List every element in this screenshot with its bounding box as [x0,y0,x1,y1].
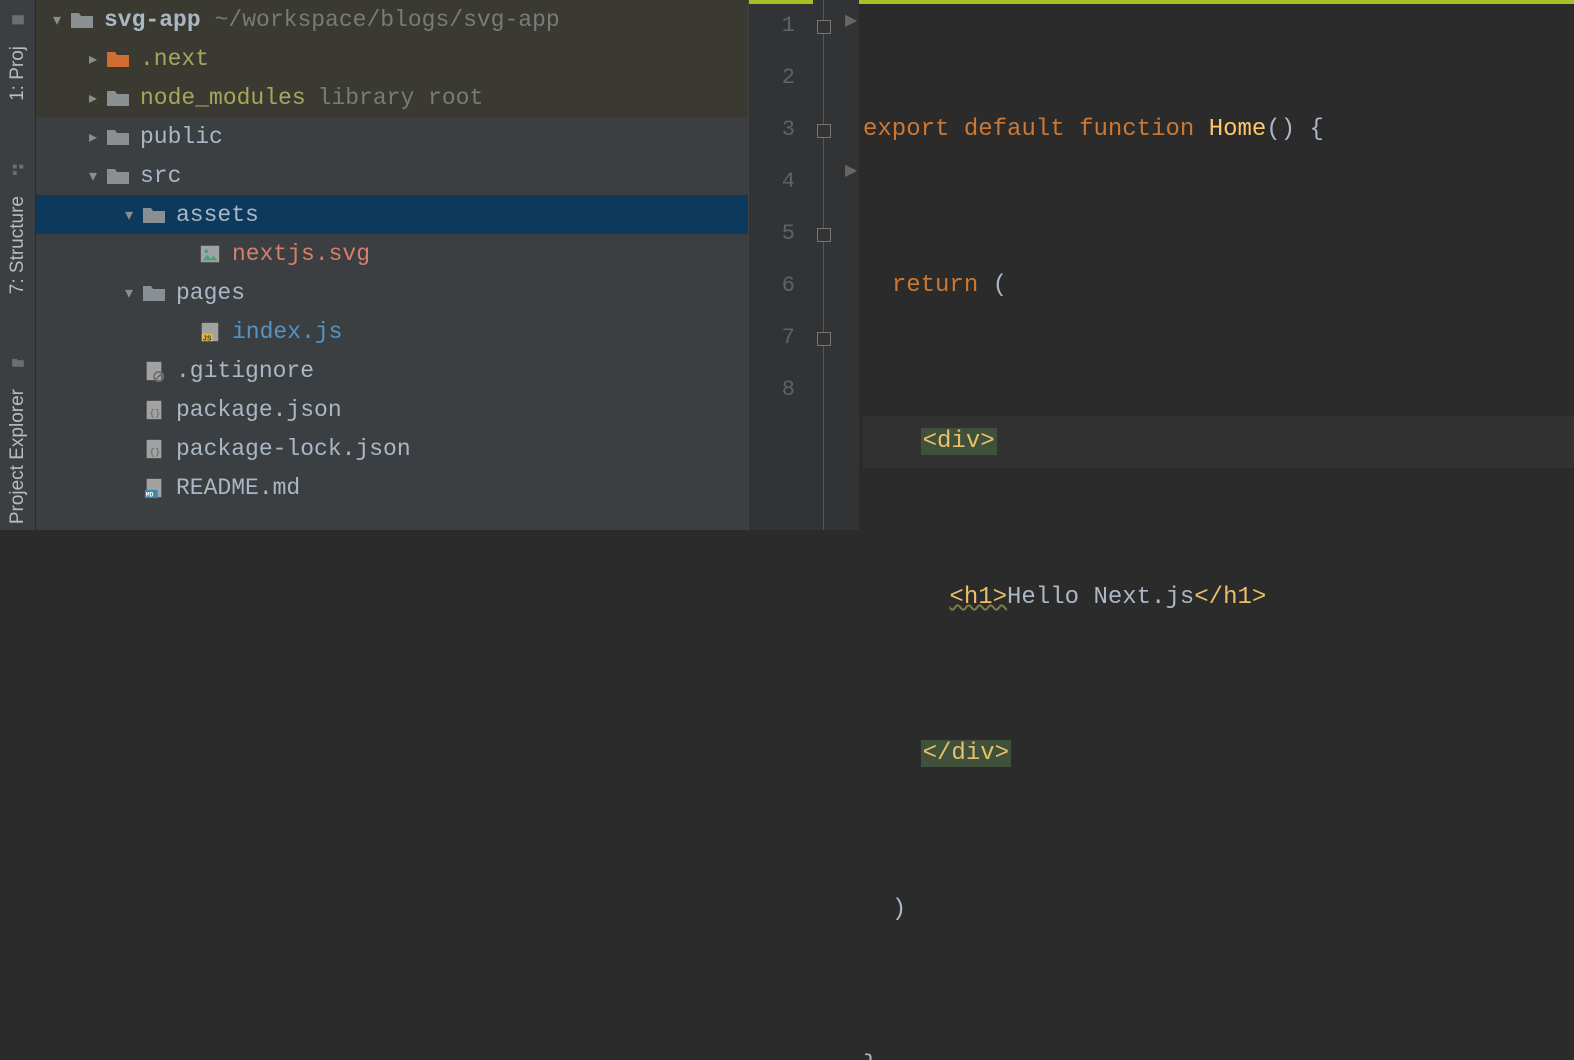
folder-hint: library root [318,85,484,111]
tree-item-src[interactable]: ▾ src [36,156,748,195]
folder-icon [106,87,130,109]
line-number[interactable]: 6 [749,260,795,312]
tree-item-public[interactable]: ▸ public [36,117,748,156]
fold-toggle-icon[interactable] [817,20,831,34]
chevron-down-icon[interactable]: ▾ [48,10,66,30]
chevron-right-icon[interactable]: ▸ [84,88,102,108]
tree-item-node-modules[interactable]: ▸ node_modules library root [36,78,748,117]
js-file-icon: JS [198,321,222,343]
fold-toggle-icon[interactable] [817,228,831,242]
line-number[interactable]: 2 [749,52,795,104]
fold-toggle-icon[interactable] [817,124,831,138]
chevron-right-icon[interactable]: ▸ [84,49,102,69]
line-number[interactable]: 8 [749,364,795,416]
folder-label: .next [140,46,209,72]
file-label: package.json [176,397,342,423]
line-number[interactable]: 5 [749,208,795,260]
project-tab-icon[interactable] [9,12,27,28]
structure-tab[interactable]: 7: Structure [7,190,29,300]
folder-icon [142,204,166,226]
tree-item-assets[interactable]: ▾ assets [36,195,748,234]
file-label: index.js [232,319,342,345]
fold-toggle-icon[interactable] [817,332,831,346]
file-label: README.md [176,475,300,501]
folder-icon [106,48,130,70]
svg-text:{}: {} [149,407,160,418]
line-number[interactable]: 7 [749,312,795,364]
tree-root[interactable]: ▾ svg-app ~/workspace/blogs/svg-app [36,0,748,39]
folder-label: src [140,163,181,189]
json-file-icon: {} [142,438,166,460]
chevron-down-icon[interactable]: ▾ [120,283,138,303]
root-path: ~/workspace/blogs/svg-app [215,7,560,33]
modified-indicator [749,0,1574,4]
json-file-icon: {} [142,399,166,421]
fold-gutter[interactable]: ▶ ▶ [813,0,859,530]
line-number[interactable]: 4 [749,156,795,208]
tool-window-tabs: 1: Proj 7: Structure Project Explorer [0,0,36,530]
line-number-gutter[interactable]: 1 2 3 4 5 6 7 8 [749,0,813,530]
folder-label: node_modules [140,85,306,111]
explorer-tab[interactable]: Project Explorer [7,383,29,530]
folder-label: public [140,124,223,150]
chevron-down-icon[interactable]: ▾ [120,205,138,225]
tree-item-next[interactable]: ▸ .next [36,39,748,78]
file-label: .gitignore [176,358,314,384]
svg-text:MD: MD [146,491,154,498]
run-gutter-icon[interactable]: ▶ [845,10,857,30]
svg-text:{}: {} [149,446,160,457]
folder-label: assets [176,202,259,228]
tree-item-index-js[interactable]: • JS index.js [36,312,748,351]
tree-item-nextjs-svg[interactable]: • nextjs.svg [36,234,748,273]
tree-item-package-lock[interactable]: • {} package-lock.json [36,429,748,468]
folder-icon [106,126,130,148]
code-editor[interactable]: 1 2 3 4 5 6 7 8 ▶ ▶ export default funct… [748,0,1574,530]
image-file-icon [198,243,222,265]
line-number[interactable]: 1 [749,0,795,52]
structure-tab-icon[interactable] [9,162,27,178]
chevron-down-icon[interactable]: ▾ [84,166,102,186]
run-gutter-icon[interactable]: ▶ [845,160,857,180]
chevron-right-icon[interactable]: ▸ [84,127,102,147]
markdown-file-icon: MD [142,477,166,499]
tree-item-pages[interactable]: ▾ pages [36,273,748,312]
svg-text:JS: JS [203,335,212,343]
project-tree[interactable]: ▾ svg-app ~/workspace/blogs/svg-app ▸ .n… [36,0,748,530]
folder-icon [106,165,130,187]
file-label: package-lock.json [176,436,411,462]
tree-item-readme[interactable]: • MD README.md [36,468,748,507]
file-icon [142,360,166,382]
root-name: svg-app [104,7,201,33]
code-area[interactable]: export default function Home() { return … [859,0,1574,530]
folder-icon [142,282,166,304]
folder-icon [70,9,94,31]
project-tab[interactable]: 1: Proj [7,40,29,107]
file-label: nextjs.svg [232,241,370,267]
tree-item-gitignore[interactable]: • .gitignore [36,351,748,390]
explorer-tab-icon[interactable] [9,355,27,371]
line-number[interactable]: 3 [749,104,795,156]
folder-label: pages [176,280,245,306]
tree-item-package-json[interactable]: • {} package.json [36,390,748,429]
